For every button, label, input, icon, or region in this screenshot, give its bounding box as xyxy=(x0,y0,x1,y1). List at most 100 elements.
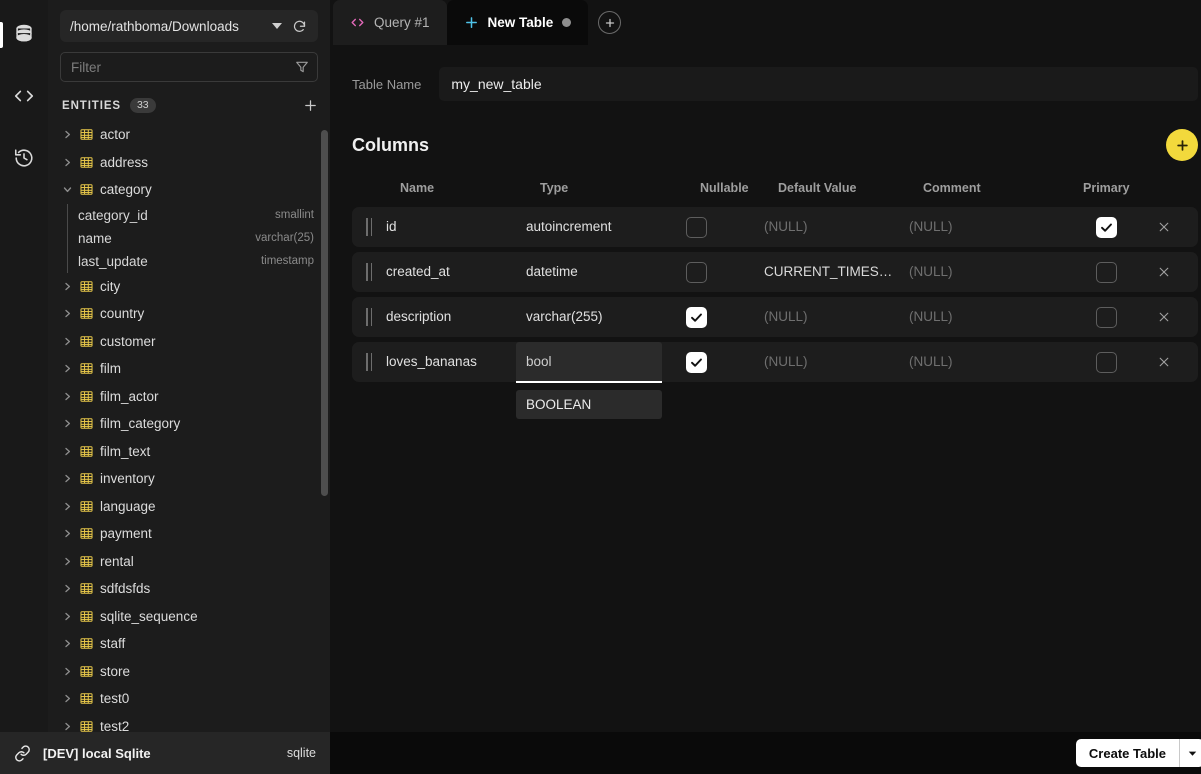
primary-checkbox[interactable] xyxy=(1096,216,1117,238)
filter-input[interactable] xyxy=(71,59,295,75)
chevron-right-icon[interactable] xyxy=(62,364,73,373)
cell-type[interactable]: autoincrement xyxy=(526,218,676,236)
rail-item-history[interactable] xyxy=(0,134,48,182)
chevron-right-icon[interactable] xyxy=(62,392,73,401)
rail-item-database[interactable] xyxy=(0,10,48,58)
tree-item-actor[interactable]: actor xyxy=(48,121,330,149)
cell-comment[interactable]: (NULL) xyxy=(909,308,1069,326)
drag-handle[interactable] xyxy=(352,218,386,236)
refresh-icon[interactable] xyxy=(288,15,310,37)
tree-item-country[interactable]: country xyxy=(48,300,330,328)
cell-default-value[interactable]: (NULL) xyxy=(764,353,909,371)
create-table-dropdown-button[interactable] xyxy=(1180,739,1201,767)
cell-comment[interactable]: (NULL) xyxy=(909,218,1069,236)
tree-item-film_text[interactable]: film_text xyxy=(48,438,330,466)
cell-primary[interactable] xyxy=(1069,306,1144,328)
drag-handle[interactable] xyxy=(352,353,386,371)
table-row[interactable]: description varchar(255) (NULL) (NULL) xyxy=(352,297,1198,337)
delete-row-button[interactable] xyxy=(1144,265,1184,279)
chevron-right-icon[interactable] xyxy=(62,337,73,346)
tree-item-address[interactable]: address xyxy=(48,149,330,177)
tree-item-customer[interactable]: customer xyxy=(48,328,330,356)
add-column-button[interactable] xyxy=(1166,129,1198,161)
cell-name[interactable]: loves_bananas xyxy=(386,353,526,371)
cell-name[interactable]: created_at xyxy=(386,263,526,281)
tree-column-name[interactable]: name varchar(25) xyxy=(48,226,330,250)
delete-row-button[interactable] xyxy=(1144,310,1184,324)
drag-handle[interactable] xyxy=(352,263,386,281)
tree-item-film_actor[interactable]: film_actor xyxy=(48,383,330,411)
add-entity-icon[interactable] xyxy=(303,98,318,113)
table-row[interactable]: loves_bananas BOOLEAN (NULL) (NULL) xyxy=(352,342,1198,419)
tree-item-staff[interactable]: staff xyxy=(48,630,330,658)
cell-name[interactable]: id xyxy=(386,218,526,236)
type-autocomplete-menu[interactable]: BOOLEAN xyxy=(516,390,662,419)
primary-checkbox[interactable] xyxy=(1096,351,1117,373)
nullable-checkbox[interactable] xyxy=(686,351,707,373)
cell-primary[interactable] xyxy=(1069,216,1144,238)
filter-box[interactable] xyxy=(60,52,318,82)
chevron-right-icon[interactable] xyxy=(62,557,73,566)
tree-item-sqlite_sequence[interactable]: sqlite_sequence xyxy=(48,603,330,631)
tree-column-category_id[interactable]: category_id smallint xyxy=(48,203,330,227)
tree-item-category[interactable]: category xyxy=(48,176,330,204)
cell-type[interactable]: varchar(255) xyxy=(526,308,676,326)
tree-item-store[interactable]: store xyxy=(48,658,330,686)
chevron-right-icon[interactable] xyxy=(62,584,73,593)
chevron-right-icon[interactable] xyxy=(62,130,73,139)
tree-item-sdfdsfds[interactable]: sdfdsfds xyxy=(48,575,330,603)
chevron-down-icon[interactable] xyxy=(62,185,73,194)
tab-new-table[interactable]: New Table xyxy=(446,0,589,45)
tree-item-city[interactable]: city xyxy=(48,273,330,301)
chevron-right-icon[interactable] xyxy=(62,694,73,703)
nullable-checkbox[interactable] xyxy=(686,261,707,283)
tree-column-last_update[interactable]: last_update timestamp xyxy=(48,249,330,273)
entity-tree[interactable]: actor address category category_id smallin… xyxy=(48,121,330,774)
cell-nullable[interactable] xyxy=(676,261,764,283)
chevron-right-icon[interactable] xyxy=(62,529,73,538)
sidebar-scrollbar[interactable] xyxy=(321,130,328,496)
delete-row-button[interactable] xyxy=(1144,355,1184,369)
nullable-checkbox[interactable] xyxy=(686,306,707,328)
tree-item-test0[interactable]: test0 xyxy=(48,685,330,713)
chevron-right-icon[interactable] xyxy=(62,282,73,291)
rail-item-query[interactable] xyxy=(0,72,48,120)
chevron-right-icon[interactable] xyxy=(62,639,73,648)
tab-query-1[interactable]: Query #1 xyxy=(333,0,447,45)
chevron-right-icon[interactable] xyxy=(62,474,73,483)
cell-nullable[interactable] xyxy=(676,351,764,373)
cell-default-value[interactable]: CURRENT_TIMES… xyxy=(764,263,909,281)
tree-item-language[interactable]: language xyxy=(48,493,330,521)
tree-item-payment[interactable]: payment xyxy=(48,520,330,548)
cell-primary[interactable] xyxy=(1069,351,1144,373)
tree-item-film[interactable]: film xyxy=(48,355,330,383)
cell-default-value[interactable]: (NULL) xyxy=(764,308,909,326)
tree-item-inventory[interactable]: inventory xyxy=(48,465,330,493)
chevron-right-icon[interactable] xyxy=(62,612,73,621)
cell-type[interactable]: datetime xyxy=(526,263,676,281)
cell-nullable[interactable] xyxy=(676,216,764,238)
type-input[interactable] xyxy=(516,342,662,383)
connection-path-select[interactable]: /home/rathboma/Downloads xyxy=(60,10,318,42)
chevron-right-icon[interactable] xyxy=(62,419,73,428)
tree-item-rental[interactable]: rental xyxy=(48,548,330,576)
primary-checkbox[interactable] xyxy=(1096,306,1117,328)
cell-default-value[interactable]: (NULL) xyxy=(764,218,909,236)
cell-name[interactable]: description xyxy=(386,308,526,326)
create-table-button[interactable]: Create Table xyxy=(1076,739,1179,767)
filter-icon[interactable] xyxy=(295,60,309,74)
type-option[interactable]: BOOLEAN xyxy=(516,390,662,419)
chevron-right-icon[interactable] xyxy=(62,158,73,167)
create-table-button-group[interactable]: Create Table xyxy=(1075,739,1201,767)
nullable-checkbox[interactable] xyxy=(686,216,707,238)
cell-primary[interactable] xyxy=(1069,261,1144,283)
chevron-right-icon[interactable] xyxy=(62,447,73,456)
primary-checkbox[interactable] xyxy=(1096,261,1117,283)
chevron-right-icon[interactable] xyxy=(62,722,73,731)
cell-comment[interactable]: (NULL) xyxy=(909,263,1069,281)
table-row[interactable]: created_at datetime CURRENT_TIMES… (NULL) xyxy=(352,252,1198,292)
tree-item-film_category[interactable]: film_category xyxy=(48,410,330,438)
chevron-right-icon[interactable] xyxy=(62,502,73,511)
table-name-field[interactable]: my_new_table xyxy=(439,67,1198,101)
cell-nullable[interactable] xyxy=(676,306,764,328)
